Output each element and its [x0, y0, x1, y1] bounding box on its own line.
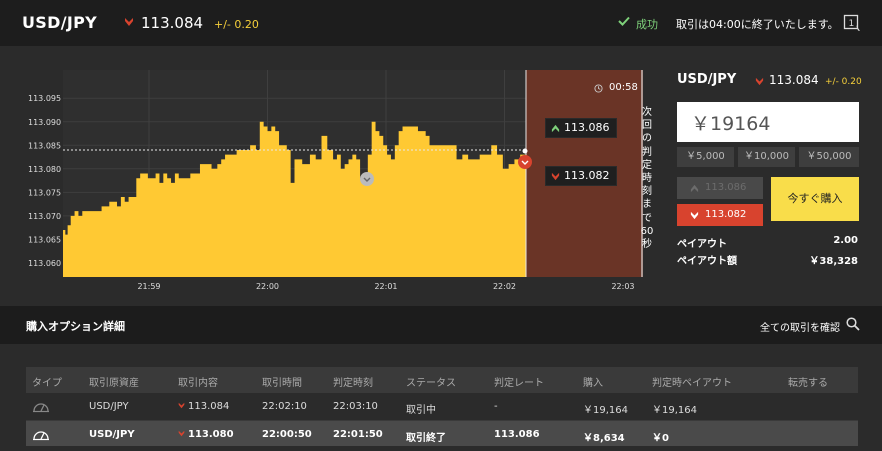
cell-content: 113.084 [178, 401, 229, 412]
panel-rate: 113.084 [769, 73, 819, 87]
cell-asset: USD/JPY [89, 429, 135, 440]
top-header: USD/JPY 113.084 +/- 0.20 成功 取引は04:00に終了い… [0, 0, 882, 46]
cell-payout: ￥19,164 [652, 405, 697, 416]
cell-judgement-rate: 113.086 [494, 429, 540, 440]
view-all-trades-link[interactable]: 全ての取引を確認 [760, 319, 840, 334]
success-label: 成功 [636, 18, 658, 31]
details-header-bar: 購入オプション詳細 全ての取引を確認 [0, 306, 882, 344]
red-down-arrow-icon [551, 172, 560, 181]
cell-judgement-rate: - [494, 401, 498, 412]
preset-amount-10000[interactable]: ￥10,000 [738, 147, 795, 167]
preset-amount-5000[interactable]: ￥5,000 [677, 147, 734, 167]
search-icon[interactable] [846, 317, 860, 331]
payout-amount-value: ￥38,328 [809, 256, 858, 267]
col-payout: 判定時ペイアウト [652, 378, 732, 389]
y-tick-label: 113.060 [28, 259, 61, 268]
next-judgement-label: 次回の判定時刻まで60秒 [640, 107, 654, 251]
col-expiry: 判定時刻 [333, 378, 373, 389]
red-down-arrow-icon [125, 18, 133, 26]
cell-status: 取引終了 [406, 433, 446, 444]
col-time: 取引時間 [262, 378, 302, 389]
entry-marker-gray[interactable] [360, 172, 374, 186]
y-tick-label: 113.090 [28, 118, 61, 127]
cell-expiry: 22:01:50 [333, 429, 383, 440]
svg-text:1: 1 [849, 19, 855, 29]
col-resell: 転売する [788, 378, 828, 389]
cell-time: 22:02:10 [262, 401, 307, 412]
green-up-arrow-icon [551, 124, 560, 133]
low-button-label: 113.082 [705, 209, 747, 220]
cell-expiry: 22:03:10 [333, 401, 378, 412]
y-tick-label: 113.095 [28, 94, 61, 103]
purchase-amount-input[interactable] [677, 102, 859, 142]
gauge-icon [33, 403, 49, 413]
cell-purchase: ￥8,634 [583, 433, 625, 444]
table-header: タイプ 取引原資産 取引内容 取引時間 判定時刻 ステータス 判定レート 購入 … [26, 367, 858, 393]
check-icon [618, 16, 630, 26]
x-tick-label: 22:00 [256, 282, 279, 291]
payout-amount-label: ペイアウト額 [677, 256, 737, 267]
cell-content: 113.080 [178, 429, 234, 440]
col-purchase: 購入 [583, 378, 603, 389]
x-tick-label: 21:59 [137, 282, 160, 291]
y-tick-label: 113.070 [28, 212, 61, 221]
x-tick-label: 22:02 [493, 282, 516, 291]
details-title: 購入オプション詳細 [26, 320, 125, 333]
cell-status: 取引中 [406, 405, 436, 416]
cell-payout: ￥0 [652, 433, 669, 444]
countdown-timer: 00:58 [609, 82, 638, 93]
high-button[interactable]: 113.086 [677, 177, 763, 199]
high-price-value: 113.086 [564, 121, 610, 134]
panel-asset-pair: USD/JPY [677, 72, 737, 87]
table-row[interactable]: USD/JPY 113.080 22:00:50 22:01:50 取引終了 1… [26, 420, 858, 446]
y-tick-label: 113.080 [28, 165, 61, 174]
panel-change: +/- 0.20 [825, 77, 862, 87]
cell-purchase: ￥19,164 [583, 405, 628, 416]
trading-close-notice: 取引は04:00に終了いたします。 [676, 18, 839, 31]
table-row[interactable]: USD/JPY 113.084 22:02:10 22:03:10 取引中 - … [26, 393, 858, 419]
payout-value: 2.00 [833, 235, 858, 246]
clock-icon [594, 84, 603, 93]
asset-pair-title[interactable]: USD/JPY [22, 13, 97, 32]
low-price-value: 113.082 [564, 169, 610, 182]
col-content: 取引内容 [178, 378, 218, 389]
col-judgement-rate: 判定レート [494, 378, 544, 389]
header-change: +/- 0.20 [214, 18, 259, 31]
up-arrow-icon [690, 184, 699, 193]
col-asset: 取引原資産 [89, 378, 139, 389]
col-type: タイプ [32, 378, 62, 389]
gauge-icon [33, 431, 49, 441]
trades-table: タイプ 取引原資産 取引内容 取引時間 判定時刻 ステータス 判定レート 購入 … [0, 344, 882, 451]
high-price-tag: 113.086 [545, 118, 617, 138]
y-tick-label: 113.075 [28, 188, 61, 197]
x-tick-label: 22:03 [611, 282, 634, 291]
header-rate: 113.084 [141, 14, 204, 32]
red-down-arrow-icon [178, 402, 185, 409]
message-icon[interactable]: 1 [843, 14, 861, 32]
cell-content-value: 113.084 [188, 401, 230, 412]
red-down-arrow-icon [755, 77, 764, 86]
y-tick-label: 113.085 [28, 141, 61, 150]
cell-asset: USD/JPY [89, 401, 129, 412]
buy-now-button[interactable]: 今すぐ購入 [771, 177, 859, 221]
y-tick-label: 113.065 [28, 235, 61, 244]
cell-time: 22:00:50 [262, 429, 312, 440]
red-down-arrow-icon [178, 430, 185, 437]
x-tick-label: 22:01 [374, 282, 397, 291]
low-price-tag: 113.082 [545, 166, 617, 186]
down-arrow-icon [690, 211, 699, 220]
high-button-label: 113.086 [705, 182, 747, 193]
preset-amount-50000[interactable]: ￥50,000 [799, 147, 859, 167]
payout-label: ペイアウト [677, 239, 727, 250]
low-button[interactable]: 113.082 [677, 204, 763, 226]
cell-content-value: 113.080 [188, 429, 234, 440]
col-status: ステータス [406, 378, 456, 389]
